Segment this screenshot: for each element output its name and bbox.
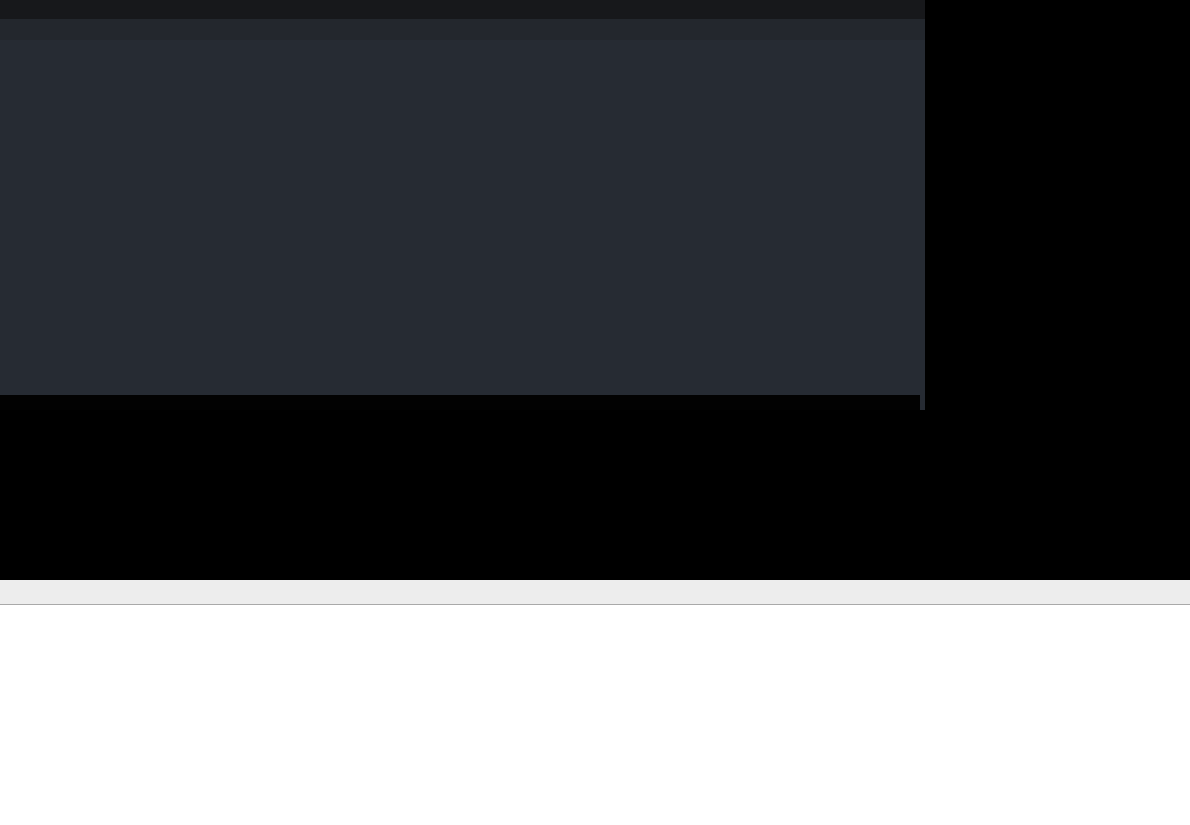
stats-total-row: [0, 395, 920, 410]
equity-curve-chart: [0, 40, 925, 150]
stats-panel-titlebar[interactable]: [0, 0, 925, 19]
daily-stats-table: [0, 150, 925, 395]
mtdriver-stats-panel: [0, 0, 925, 410]
stats-panel-menubar: [0, 19, 925, 40]
trading-terminal-window: [0, 0, 1190, 825]
trade-list-table: [0, 605, 1190, 825]
panel-divider-band: [0, 580, 1190, 605]
